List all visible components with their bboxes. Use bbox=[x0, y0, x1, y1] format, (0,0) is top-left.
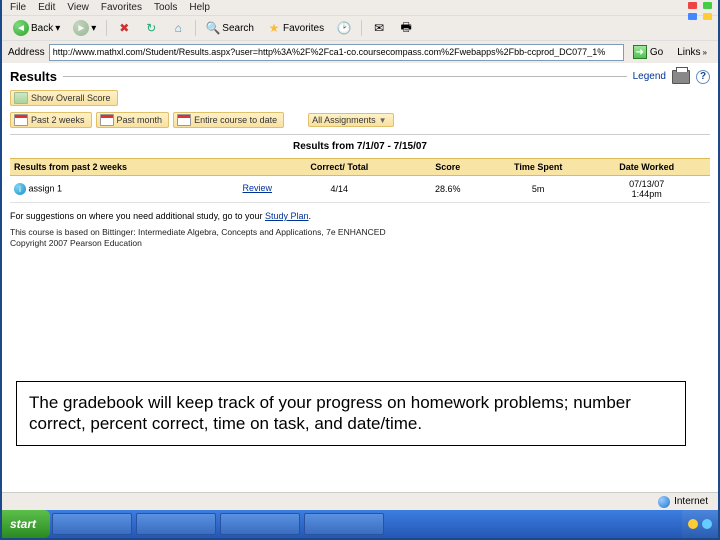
caption-text: The gradebook will keep track of your pr… bbox=[29, 392, 673, 435]
go-label: Go bbox=[650, 47, 663, 58]
search-icon: 🔍 bbox=[206, 21, 220, 35]
cell-date: 07/13/07 1:44pm bbox=[583, 176, 710, 203]
filter-entire-course[interactable]: Entire course to date bbox=[173, 112, 284, 128]
col-main: Results from past 2 weeks bbox=[10, 159, 276, 176]
back-label: Back bbox=[31, 23, 53, 34]
help-icon[interactable]: ? bbox=[696, 70, 710, 84]
menubar: File Edit View Favorites Tools Help bbox=[2, 0, 718, 15]
go-icon: ➜ bbox=[633, 45, 647, 59]
internet-zone-icon bbox=[658, 496, 670, 508]
menu-edit[interactable]: Edit bbox=[38, 2, 55, 13]
address-bar: Address ➜Go Links» bbox=[2, 40, 718, 63]
study-plan-suggestion: For suggestions on where you need additi… bbox=[10, 211, 710, 221]
refresh-button[interactable]: ↻ bbox=[139, 19, 163, 37]
score-icon bbox=[14, 92, 28, 104]
taskbar-item[interactable] bbox=[52, 513, 132, 535]
calendar-icon bbox=[100, 114, 114, 126]
col-date: Date Worked bbox=[583, 159, 710, 176]
calendar-icon bbox=[14, 114, 28, 126]
calendar-icon bbox=[177, 114, 191, 126]
address-input[interactable] bbox=[49, 44, 624, 61]
menu-help[interactable]: Help bbox=[189, 2, 210, 13]
print-page-icon[interactable] bbox=[672, 70, 690, 84]
back-button[interactable]: ◄ Back ▾ bbox=[8, 18, 65, 38]
favorites-button[interactable]: ★Favorites bbox=[262, 19, 329, 37]
search-label: Search bbox=[222, 23, 254, 34]
history-button[interactable]: 🕑 bbox=[332, 19, 356, 37]
tray-icon bbox=[702, 519, 712, 529]
taskbar-item[interactable] bbox=[304, 513, 384, 535]
filter-past-2-weeks[interactable]: Past 2 weeks bbox=[10, 112, 92, 128]
status-bar: Internet bbox=[2, 492, 718, 510]
menu-favorites[interactable]: Favorites bbox=[101, 2, 142, 13]
cell-score: 28.6% bbox=[403, 176, 493, 203]
taskbar-item[interactable] bbox=[220, 513, 300, 535]
windows-flag-icon bbox=[688, 2, 712, 20]
nav-toolbar: ◄ Back ▾ ► ▾ ✖ ↻ ⌂ 🔍Search ★Favorites 🕑 … bbox=[2, 15, 718, 40]
address-label: Address bbox=[8, 47, 45, 58]
legend-link[interactable]: Legend bbox=[633, 71, 666, 82]
review-link[interactable]: Review bbox=[242, 183, 272, 193]
study-plan-link[interactable]: Study Plan bbox=[265, 211, 309, 221]
chevron-down-icon: ▾ bbox=[91, 23, 96, 34]
menu-tools[interactable]: Tools bbox=[154, 2, 177, 13]
menu-file[interactable]: File bbox=[10, 2, 26, 13]
page-title: Results bbox=[10, 69, 57, 84]
taskbar-item[interactable] bbox=[136, 513, 216, 535]
go-button[interactable]: ➜Go bbox=[628, 43, 668, 61]
col-correct: Correct/ Total bbox=[276, 159, 403, 176]
status-zone: Internet bbox=[674, 496, 708, 507]
back-icon: ◄ bbox=[13, 20, 29, 36]
search-button[interactable]: 🔍Search bbox=[201, 19, 259, 37]
stop-button[interactable]: ✖ bbox=[112, 19, 136, 37]
system-tray[interactable] bbox=[682, 510, 718, 538]
stop-icon: ✖ bbox=[117, 21, 131, 35]
assignment-icon: i bbox=[14, 183, 26, 195]
results-date-range: Results from 7/1/07 - 7/15/07 bbox=[10, 141, 710, 152]
mail-button[interactable]: ✉ bbox=[367, 19, 391, 37]
copyright-text: This course is based on Bittinger: Inter… bbox=[10, 227, 710, 249]
mail-icon: ✉ bbox=[372, 21, 386, 35]
forward-icon: ► bbox=[73, 20, 89, 36]
star-icon: ★ bbox=[267, 21, 281, 35]
filter-past-month[interactable]: Past month bbox=[96, 112, 170, 128]
tray-icon bbox=[688, 519, 698, 529]
print-button[interactable]: 🖶 bbox=[394, 19, 418, 37]
overall-label: Show Overall Score bbox=[31, 93, 111, 103]
history-icon: 🕑 bbox=[337, 21, 351, 35]
cell-correct: 4/14 bbox=[276, 176, 403, 203]
filter-all-assignments[interactable]: All Assignments ▼ bbox=[308, 113, 393, 127]
show-overall-score-button[interactable]: Show Overall Score bbox=[10, 90, 118, 106]
taskbar: start bbox=[2, 510, 718, 538]
favorites-label: Favorites bbox=[283, 23, 324, 34]
col-time: Time Spent bbox=[493, 159, 583, 176]
col-score: Score bbox=[403, 159, 493, 176]
page-content: Results Legend ? Show Overall Score Past… bbox=[2, 63, 718, 538]
menu-view[interactable]: View bbox=[67, 2, 89, 13]
chevron-down-icon: ▾ bbox=[55, 23, 60, 34]
links-label: Links bbox=[677, 47, 700, 58]
start-button[interactable]: start bbox=[2, 510, 50, 538]
chevron-down-icon: ▼ bbox=[379, 116, 387, 125]
assignment-name: assign 1 bbox=[29, 183, 63, 193]
caption-overlay: The gradebook will keep track of your pr… bbox=[16, 381, 686, 446]
home-button[interactable]: ⌂ bbox=[166, 19, 190, 37]
print-icon: 🖶 bbox=[399, 21, 413, 35]
results-table: Results from past 2 weeks Correct/ Total… bbox=[10, 158, 710, 203]
home-icon: ⌂ bbox=[171, 21, 185, 35]
forward-button[interactable]: ► ▾ bbox=[68, 18, 101, 38]
cell-time: 5m bbox=[493, 176, 583, 203]
table-row: i assign 1 Review 4/14 28.6% 5m 07/13/07… bbox=[10, 176, 710, 203]
refresh-icon: ↻ bbox=[144, 21, 158, 35]
links-button[interactable]: Links» bbox=[672, 45, 712, 60]
